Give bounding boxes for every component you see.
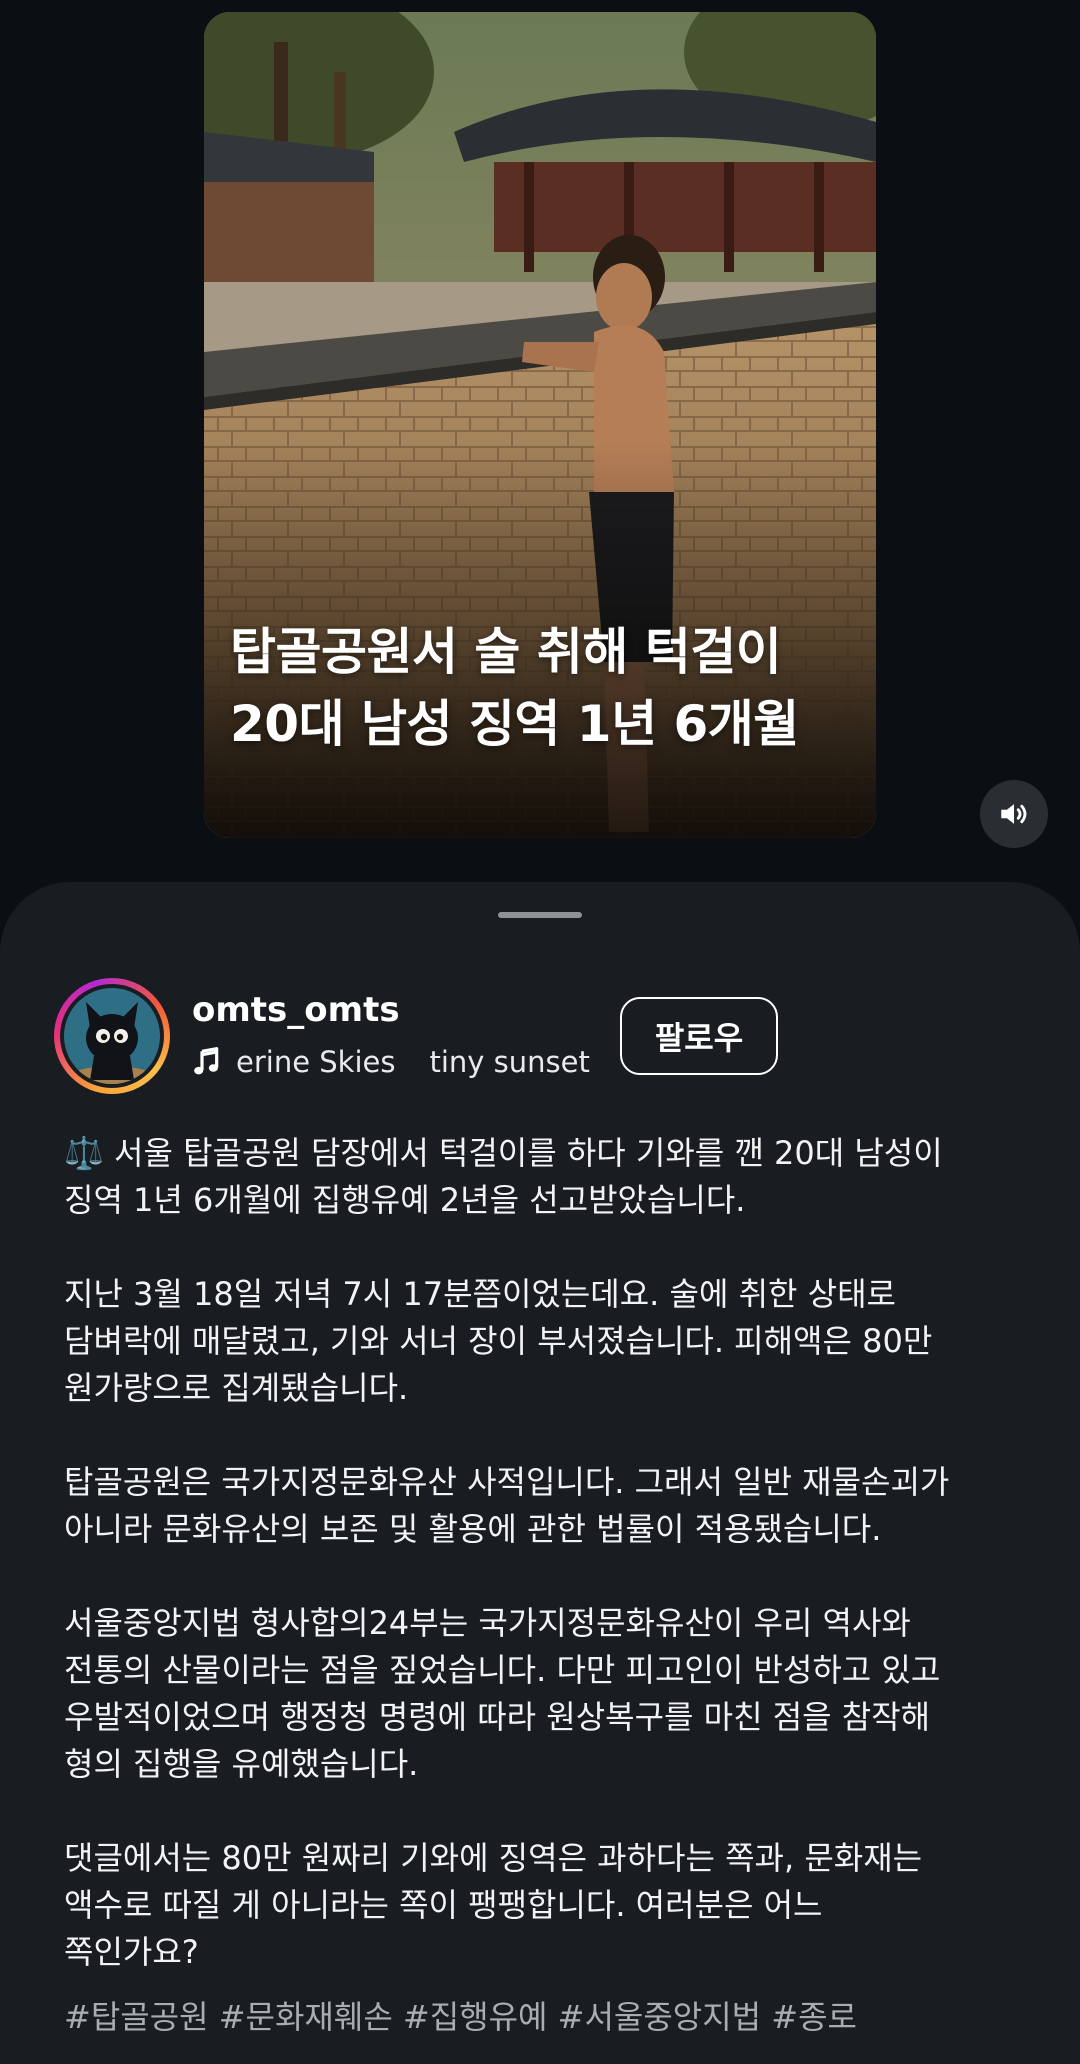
music-track-artist: tiny sunset	[429, 1045, 590, 1079]
mute-toggle-button[interactable]	[980, 780, 1048, 848]
caption-line: 탑골공원은 국가지정문화유산 사적입니다. 그래서 일반 재물손괴가	[64, 1463, 950, 1501]
sheet-drag-handle[interactable]	[498, 912, 582, 918]
profile-avatar[interactable]	[54, 978, 170, 1094]
music-note-icon	[194, 1047, 219, 1075]
hashtags[interactable]: #탑골공원 #문화재훼손 #집행유예 #서울중앙지법 #종로	[64, 1992, 857, 2038]
caption-line-1: 탑골공원서 술 취해 턱걸이	[230, 623, 782, 681]
caption-line: 전통의 산물이라는 점을 짚었습니다. 다만 피고인이 반성하고 있고	[64, 1651, 941, 1689]
caption-line: 쪽인가요?	[64, 1933, 199, 1971]
username[interactable]: omts_omts	[192, 990, 400, 1030]
caption-line: 담벼락에 매달렸고, 기와 서너 장이 부서졌습니다. 피해액은 80만	[64, 1322, 933, 1360]
caption-line: 서울중앙지법 형사합의24부는 국가지정문화유산이 우리 역사와	[64, 1604, 911, 1642]
follow-button[interactable]: 팔로우	[620, 997, 778, 1075]
caption-paragraph: ⚖️ 서울 탑골공원 담장에서 턱걸이를 하다 기와를 깬 20대 남성이 징역…	[64, 1130, 1024, 1224]
caption-paragraph: 서울중앙지법 형사합의24부는 국가지정문화유산이 우리 역사와 전통의 산물이…	[64, 1600, 1024, 1788]
video-player[interactable]: 탑골공원서 술 취해 턱걸이 20대 남성 징역 1년 6개월	[204, 12, 876, 838]
caption-line: 원가량으로 집계됐습니다.	[64, 1369, 409, 1407]
caption-line: 형의 집행을 유예했습니다.	[64, 1745, 419, 1783]
caption-line: 액수로 따질 게 아니라는 쪽이 팽팽합니다. 여러분은 어느	[64, 1886, 823, 1924]
caption-line: 댓글에서는 80만 원짜리 기와에 징역은 과하다는 쪽과, 문화재는	[64, 1839, 923, 1877]
post-caption: ⚖️ 서울 탑골공원 담장에서 턱걸이를 하다 기와를 깬 20대 남성이 징역…	[64, 1130, 1024, 2023]
caption-line: ⚖️ 서울 탑골공원 담장에서 턱걸이를 하다 기와를 깬 20대 남성이	[64, 1134, 943, 1172]
post-details-sheet: omts_omts erine Skies tiny sunset 팔로우 ⚖️…	[0, 882, 1080, 2064]
music-track-title: erine Skies	[236, 1045, 396, 1079]
caption-paragraph: 지난 3월 18일 저녁 7시 17분쯤이었는데요. 술에 취한 상태로 담벼락…	[64, 1271, 1024, 1412]
caption-line: 아니라 문화유산의 보존 및 활용에 관한 법률이 적용됐습니다.	[64, 1510, 882, 1548]
caption-line-2: 20대 남성 징역 1년 6개월	[230, 695, 799, 753]
speaker-volume-icon	[1001, 804, 1027, 824]
audio-track-row[interactable]: erine Skies tiny sunset	[190, 1045, 590, 1079]
black-cat-avatar-image	[64, 988, 160, 1084]
caption-paragraph: 댓글에서는 80만 원짜리 기와에 징역은 과하다는 쪽과, 문화재는 액수로 …	[64, 1835, 1024, 1976]
caption-line: 우발적이었으며 행정청 명령에 따라 원상복구를 마친 점을 참작해	[64, 1698, 931, 1736]
video-caption: 탑골공원서 술 취해 턱걸이 20대 남성 징역 1년 6개월	[230, 616, 860, 760]
caption-paragraph: 탑골공원은 국가지정문화유산 사적입니다. 그래서 일반 재물손괴가 아니라 문…	[64, 1459, 1024, 1553]
caption-line: 지난 3월 18일 저녁 7시 17분쯤이었는데요. 술에 취한 상태로	[64, 1275, 896, 1313]
caption-line: 징역 1년 6개월에 집행유예 2년을 선고받았습니다.	[64, 1181, 746, 1219]
reels-screen: 탑골공원서 술 취해 턱걸이 20대 남성 징역 1년 6개월 omts_omt…	[0, 0, 1080, 2064]
